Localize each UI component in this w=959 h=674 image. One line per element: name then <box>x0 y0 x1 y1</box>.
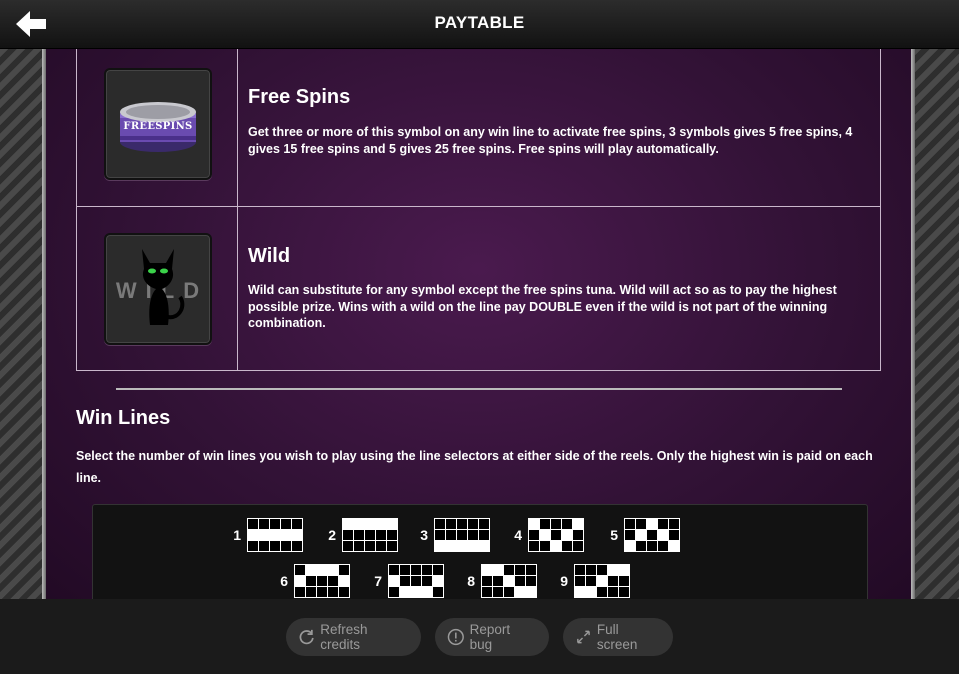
win-line-9: 9 <box>559 564 630 598</box>
win-line-2: 2 <box>327 518 398 552</box>
win-lines-description: Select the number of win lines you wish … <box>76 449 873 485</box>
symbol-description: Get three or more of this symbol on any … <box>248 125 853 156</box>
win-line-number: 9 <box>560 573 568 589</box>
refresh-credits-button[interactable]: Refresh credits <box>286 618 421 656</box>
symbol-name: Free Spins <box>248 86 351 108</box>
wild-cat-icon: WILD <box>104 233 212 345</box>
section-divider <box>116 388 842 390</box>
report-bug-button[interactable]: Report bug <box>435 618 549 656</box>
win-line-grid <box>247 518 303 552</box>
symbol-description: Wild can substitute for any symbol excep… <box>248 283 837 330</box>
alert-icon <box>447 628 464 646</box>
left-rail <box>0 49 46 599</box>
win-line-number: 4 <box>514 527 522 543</box>
win-line-grid <box>434 518 490 552</box>
win-line-number: 2 <box>328 527 336 543</box>
full-screen-button[interactable]: Full screen <box>563 618 673 656</box>
top-bar: PAYTABLE <box>0 0 959 49</box>
win-line-grid <box>294 564 350 598</box>
win-line-number: 8 <box>467 573 475 589</box>
win-line-grid <box>528 518 584 552</box>
win-line-number: 5 <box>610 527 618 543</box>
win-line-5: 5 <box>609 518 680 552</box>
report-bug-label: Report bug <box>469 622 511 652</box>
symbol-icon-cell: WILD <box>77 207 238 370</box>
refresh-credits-label: Refresh credits <box>320 622 368 652</box>
win-line-number: 3 <box>420 527 428 543</box>
symbol-name: Wild <box>248 245 291 267</box>
win-line-1: 1 <box>232 518 303 552</box>
symbol-row-free-spins: FREESPINS Free Spins Get three or more o… <box>76 49 881 207</box>
bottom-bar: Refresh credits Report bug Full screen <box>0 599 959 674</box>
win-line-4: 4 <box>513 518 584 552</box>
win-line-number: 1 <box>233 527 241 543</box>
right-rail <box>913 49 959 599</box>
win-line-grid <box>574 564 630 598</box>
win-line-grid <box>624 518 680 552</box>
win-line-grid <box>481 564 537 598</box>
expand-icon <box>577 630 590 644</box>
win-line-3: 3 <box>419 518 490 552</box>
win-line-grid <box>388 564 444 598</box>
win-line-number: 7 <box>374 573 382 589</box>
refresh-icon <box>299 629 314 645</box>
win-line-8: 8 <box>466 564 537 598</box>
win-line-grid <box>342 518 398 552</box>
right-rail-edge <box>911 49 915 599</box>
symbol-icon-cell: FREESPINS <box>77 49 238 206</box>
freespins-tuna-icon: FREESPINS <box>104 68 212 180</box>
win-line-number: 6 <box>280 573 288 589</box>
win-line-6: 6 <box>279 564 350 598</box>
win-lines-title: Win Lines <box>76 407 171 429</box>
page-title: PAYTABLE <box>434 13 525 32</box>
symbol-row-wild: WILD Wild Wild can substitute for any sy… <box>76 206 881 371</box>
win-lines-panel: 1 2 3 4 5 6 7 8 9 <box>92 504 868 599</box>
paytable-content[interactable]: FREESPINS Free Spins Get three or more o… <box>46 49 911 599</box>
full-screen-label: Full screen <box>596 622 638 652</box>
win-line-7: 7 <box>373 564 444 598</box>
freespins-icon-label: FREESPINS <box>123 121 193 132</box>
